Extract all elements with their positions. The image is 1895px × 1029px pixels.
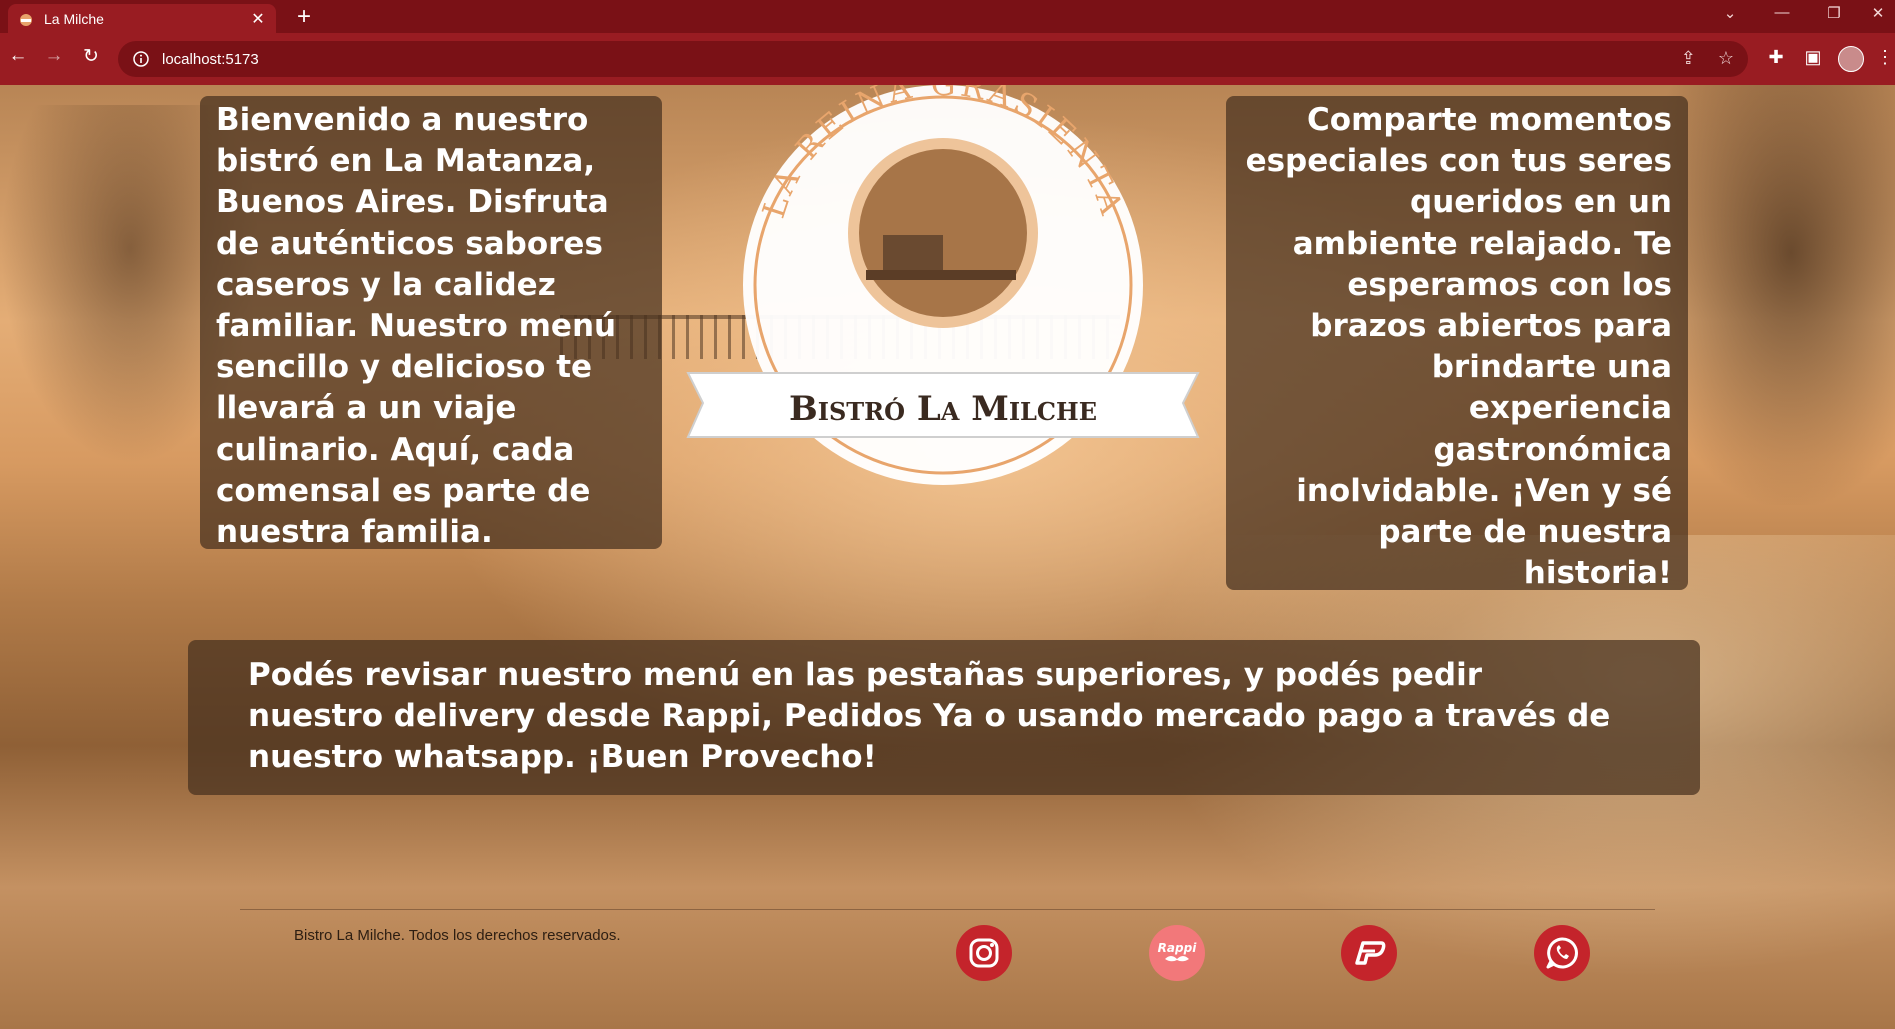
profile-avatar[interactable] [1838, 46, 1864, 72]
rappi-icon: Rappi [1158, 941, 1198, 962]
ambience-text: Comparte momentos especiales con tus ser… [1245, 102, 1672, 592]
tab-close-icon[interactable]: ✕ [246, 9, 270, 29]
bookmark-star-icon[interactable]: ☆ [1718, 48, 1734, 69]
minimize-icon[interactable]: — [1762, 4, 1802, 21]
site-favicon-icon [20, 13, 32, 26]
logo-ribbon-text: Bistró La Milche [789, 389, 1097, 429]
pedidosya-link[interactable] [1341, 925, 1397, 981]
instagram-link[interactable] [956, 925, 1012, 981]
instagram-icon [969, 938, 999, 968]
footer-divider [240, 909, 1655, 910]
rappi-link[interactable]: Rappi [1149, 925, 1205, 981]
back-icon[interactable]: ← [4, 45, 32, 67]
close-window-icon[interactable]: ✕ [1858, 4, 1895, 22]
whatsapp-link[interactable] [1534, 925, 1590, 981]
browser-tab[interactable]: La Milche ✕ [8, 4, 276, 33]
welcome-text: Bienvenido a nuestro bistró en La Matanz… [216, 102, 617, 551]
new-tab-button[interactable]: + [290, 3, 318, 31]
bistro-logo[interactable]: LA REINA GRASIENTA Bistró La Milche [678, 85, 1208, 487]
delivery-panel: Podés revisar nuestro menú en las pestañ… [188, 640, 1700, 795]
svg-text:Rappi: Rappi [1158, 941, 1198, 955]
url-text: localhost:5173 [162, 50, 259, 68]
ambience-panel: Comparte momentos especiales con tus ser… [1226, 96, 1688, 591]
tab-title: La Milche [44, 10, 104, 27]
reload-icon[interactable]: ↻ [77, 45, 105, 68]
share-icon[interactable]: ⇪ [1681, 48, 1696, 69]
restore-icon[interactable]: ❐ [1814, 4, 1854, 22]
browser-menu-icon[interactable]: ⋮ [1876, 47, 1894, 68]
page-body: Bienvenido a nuestro bistró en La Matanz… [0, 85, 1895, 1029]
browser-tab-bar: La Milche ✕ + ⌄ — ❐ ✕ [0, 0, 1895, 33]
site-info-icon[interactable] [132, 50, 150, 68]
delivery-text: Podés revisar nuestro menú en las pestañ… [248, 657, 1611, 776]
whatsapp-icon [1546, 937, 1578, 969]
pedidosya-icon [1355, 941, 1386, 965]
forward-icon[interactable]: → [40, 45, 68, 67]
side-panel-icon[interactable]: ▣ [1800, 47, 1826, 68]
extensions-icon[interactable]: ✚ [1763, 47, 1789, 68]
tab-search-icon[interactable]: ⌄ [1710, 4, 1750, 22]
browser-toolbar: ← → ↻ localhost:5173 ⇪ ☆ ✚ ▣ ⋮ [0, 33, 1895, 85]
footer-copyright: Bistro La Milche. Todos los derechos res… [294, 927, 621, 944]
address-bar[interactable]: localhost:5173 ⇪ ☆ [118, 41, 1748, 77]
welcome-panel: Bienvenido a nuestro bistró en La Matanz… [200, 96, 662, 550]
